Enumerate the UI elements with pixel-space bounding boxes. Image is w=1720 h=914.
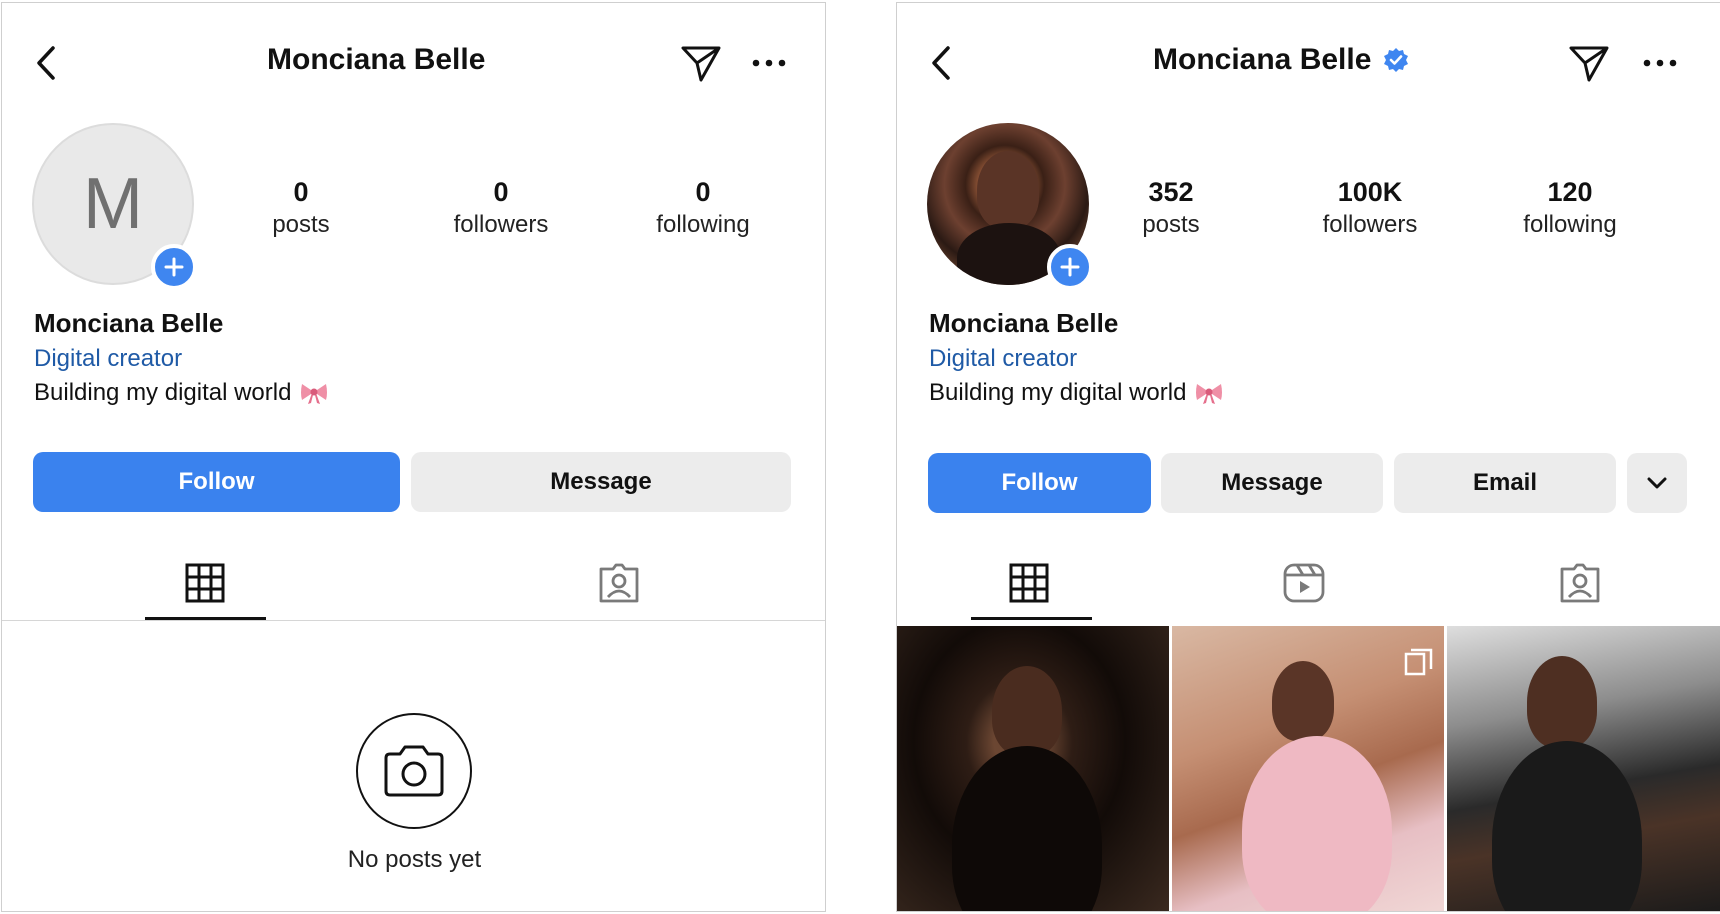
message-button[interactable]: Message <box>411 452 791 512</box>
tagged-icon <box>1560 563 1600 603</box>
plus-icon <box>1060 257 1080 277</box>
profile-name: Monciana Belle <box>34 308 224 338</box>
stat-following[interactable]: 120 following <box>1485 175 1655 241</box>
profile-panel-established: Monciana Belle 352 posts 100K followers … <box>896 2 1720 912</box>
page-title: Monciana Belle <box>1153 43 1409 77</box>
ribbon-bow-icon <box>301 384 328 404</box>
profile-bio: Building my digital world <box>929 379 1224 407</box>
stat-posts[interactable]: 0 posts <box>216 175 386 241</box>
grid-icon <box>185 563 225 603</box>
post-subject-body <box>1492 741 1642 911</box>
add-story-button[interactable] <box>151 244 197 290</box>
stat-label: followers <box>453 211 549 238</box>
page-title-text: Monciana Belle <box>1153 43 1372 76</box>
email-button[interactable]: Email <box>1394 453 1616 513</box>
post-subject-body <box>952 746 1102 911</box>
more-options-icon[interactable] <box>1638 43 1682 83</box>
avatar-face <box>977 151 1039 229</box>
post-subject <box>992 666 1062 756</box>
tab-tagged[interactable] <box>1525 553 1635 613</box>
empty-state-text: No posts yet <box>347 846 482 873</box>
avatar-outfit <box>957 223 1061 285</box>
camera-icon <box>384 745 444 797</box>
post-subject <box>1272 661 1334 741</box>
stat-value: 120 <box>1547 177 1593 207</box>
follow-button[interactable]: Follow <box>33 452 400 512</box>
back-icon[interactable] <box>24 41 68 85</box>
stat-label: followers <box>1322 211 1418 238</box>
stat-value: 0 <box>695 177 711 207</box>
stat-value: 0 <box>293 177 309 207</box>
stat-value: 352 <box>1148 177 1194 207</box>
message-button[interactable]: Message <box>1161 453 1383 513</box>
bio-text: Building my digital world <box>929 379 1187 406</box>
grid-post-2[interactable] <box>1172 626 1444 911</box>
add-story-button[interactable] <box>1047 244 1093 290</box>
profile-category[interactable]: Digital creator <box>34 345 182 373</box>
back-icon[interactable] <box>919 41 963 85</box>
more-options-icon[interactable] <box>747 43 791 83</box>
multi-photo-icon <box>1404 648 1433 676</box>
stat-label: following <box>1523 211 1617 238</box>
stat-label: posts <box>1142 211 1200 238</box>
active-tab-indicator <box>971 617 1092 620</box>
tab-divider <box>2 620 825 621</box>
tab-grid[interactable] <box>974 553 1084 613</box>
follow-button[interactable]: Follow <box>928 453 1151 513</box>
grid-post-1[interactable] <box>897 626 1169 911</box>
stat-value: 100K <box>1337 177 1403 207</box>
send-icon[interactable] <box>677 41 725 85</box>
chevron-down-icon <box>1647 477 1667 489</box>
reels-icon <box>1283 563 1325 603</box>
tab-grid[interactable] <box>150 553 260 613</box>
more-contact-button[interactable] <box>1627 453 1687 513</box>
page-title: Monciana Belle <box>267 43 485 77</box>
tab-tagged[interactable] <box>564 553 674 613</box>
profile-panel-new: Monciana Belle M 0 posts 0 followers 0 f… <box>1 2 826 912</box>
plus-icon <box>164 257 184 277</box>
tagged-icon <box>599 563 639 603</box>
send-icon[interactable] <box>1565 41 1613 85</box>
profile-category[interactable]: Digital creator <box>929 345 1077 373</box>
grid-post-3[interactable] <box>1447 626 1720 911</box>
stat-followers[interactable]: 100K followers <box>1285 175 1455 241</box>
grid-icon <box>1009 563 1049 603</box>
stat-followers[interactable]: 0 followers <box>416 175 586 241</box>
profile-bio: Building my digital world <box>34 379 329 407</box>
post-subject <box>1527 656 1597 748</box>
profile-name: Monciana Belle <box>929 308 1119 338</box>
stat-label: following <box>656 211 750 238</box>
stat-following[interactable]: 0 following <box>618 175 788 241</box>
empty-state-circle <box>356 713 472 829</box>
ribbon-bow-icon <box>1196 384 1223 404</box>
bio-text: Building my digital world <box>34 379 292 406</box>
page-title-text: Monciana Belle <box>267 43 486 76</box>
stat-posts[interactable]: 352 posts <box>1086 175 1256 241</box>
avatar-letter: M <box>83 164 143 244</box>
stat-value: 0 <box>493 177 509 207</box>
stat-label: posts <box>272 211 330 238</box>
verified-badge-icon <box>1384 48 1409 72</box>
tab-reels[interactable] <box>1249 553 1359 613</box>
post-subject-body <box>1242 736 1392 911</box>
